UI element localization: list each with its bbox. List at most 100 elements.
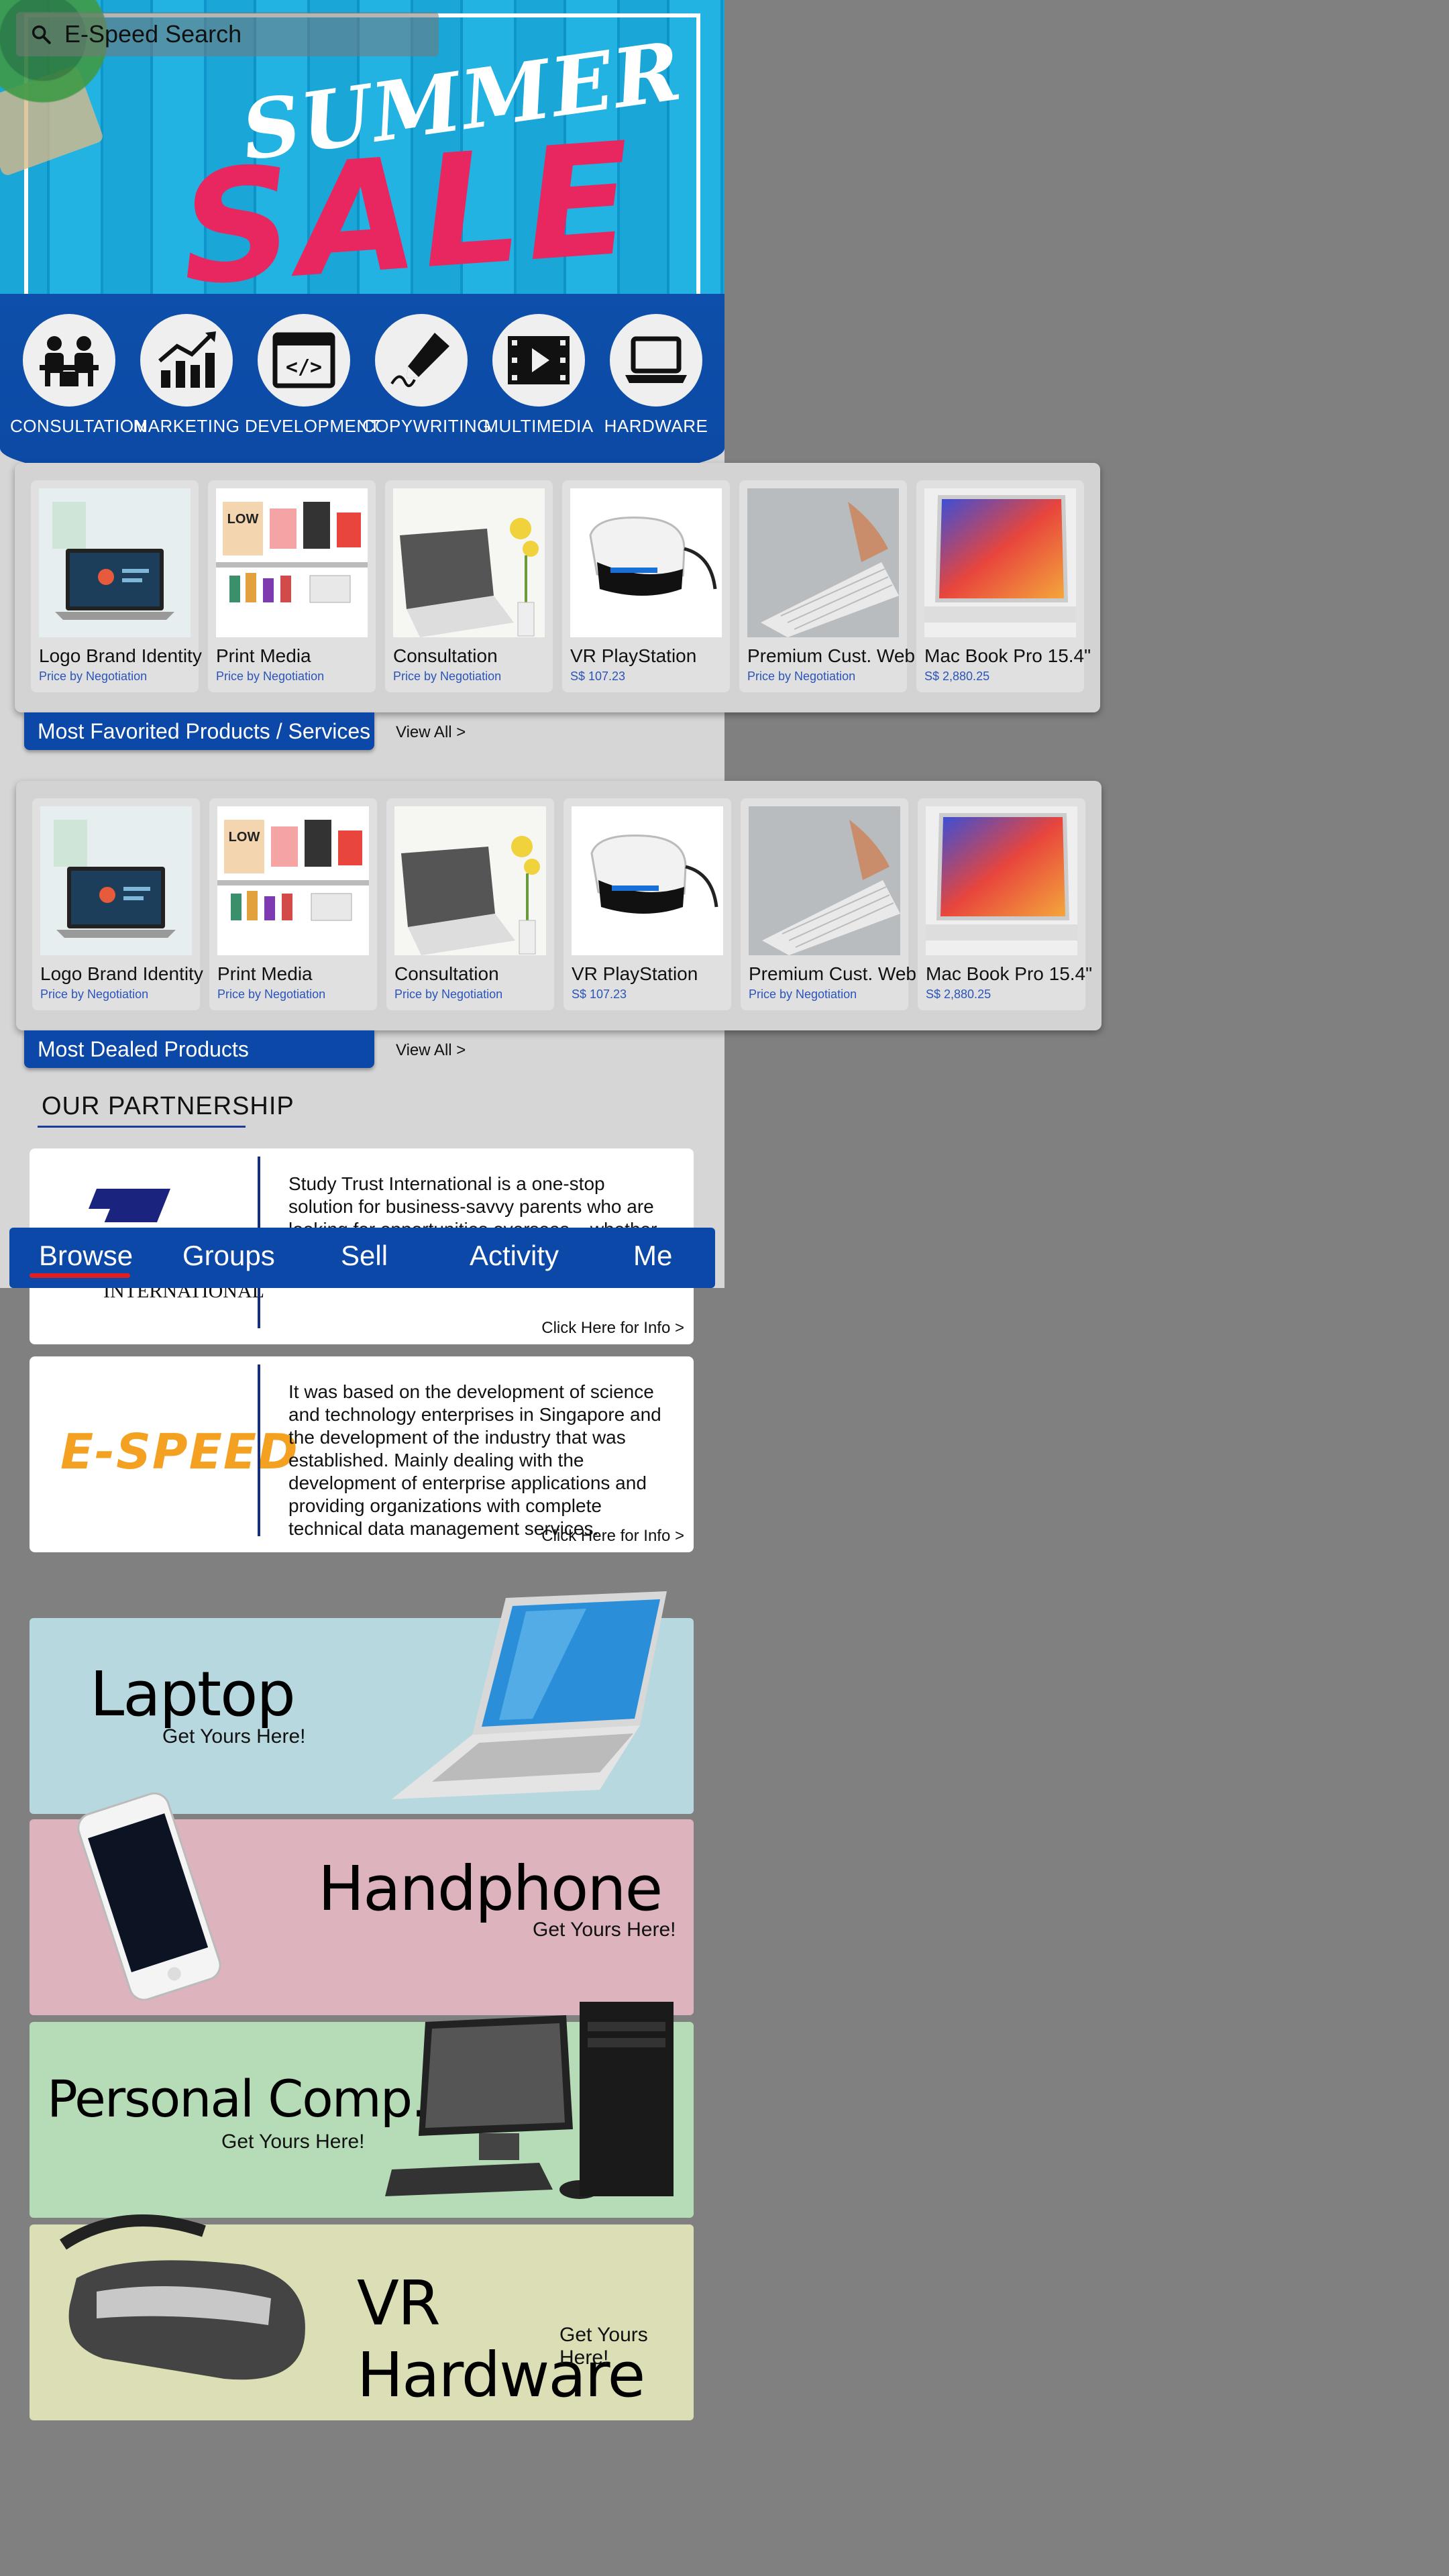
product-name: Logo Brand Identity [40,963,203,984]
product-image [570,488,722,637]
favorited-section-header: Most Favorited Products / Services [24,712,374,750]
product-price: Price by Negotiation [217,987,326,1001]
search-bar[interactable]: E-Speed Search [16,12,439,56]
nav-browse[interactable]: Browse [39,1240,133,1272]
film-play-icon [508,336,570,384]
promo-title: Personal Comp. [47,2069,427,2129]
product-price: S$ 2,880.25 [926,987,991,1001]
app-root: SUMMER SALE E-Speed Search CONSULTATION … [0,0,1102,2576]
promo-vr-hardware[interactable]: VR Hardware Get Yours Here! [30,2214,694,2420]
product-image [924,488,1076,637]
nav-activity[interactable]: Activity [470,1240,559,1272]
partner-card-espeed[interactable]: E-SPEED It was based on the development … [30,1356,694,1552]
category-multimedia[interactable]: MULTIMEDIA [480,314,598,437]
partnership-title: OUR PARTNERSHIP [42,1092,294,1120]
category-development[interactable]: </> DEVELOPMENT [245,314,380,437]
nav-active-indicator [30,1273,130,1278]
bottom-nav-bar: Browse Groups Sell Activity Me [9,1228,715,1288]
dealed-section-header: Most Dealed Products [24,1030,374,1068]
category-label: CONSULTATION [10,416,147,436]
product-price: S$ 2,880.25 [924,669,990,683]
product-image [393,488,545,637]
promo-title: Laptop [90,1658,296,1730]
category-label: HARDWARE [604,416,708,436]
product-card[interactable]: LOW Print Media Price by Negotiation [208,480,376,692]
product-card[interactable]: Premium Cust. Web Price by Negotiation [741,798,916,1010]
promo-handphone[interactable]: Handphone Get Yours Here! [30,1792,694,2015]
category-marketing[interactable]: MARKETING [127,314,246,437]
consultation-icon [40,336,99,386]
partnership-underline [38,1126,246,1128]
promo-cta: Get Yours Here! [559,2324,648,2369]
section-title: Most Dealed Products [38,1037,249,1061]
desktop-computer-image [385,2002,674,2199]
category-label: MARKETING [133,416,240,436]
product-name: Premium Cust. Web [747,645,915,666]
category-copywriting[interactable]: COPYWRITING [362,314,490,437]
product-card[interactable]: VR PlayStation S$ 107.23 [562,480,730,692]
dealed-view-all-link[interactable]: View All > [396,1041,466,1060]
product-name: Consultation [393,645,498,666]
product-card[interactable]: Premium Cust. Web Price by Negotiation [739,480,915,692]
nav-groups[interactable]: Groups [182,1240,275,1272]
product-card[interactable]: VR PlayStation S$ 107.23 [564,798,731,1010]
product-card[interactable]: Consultation Price by Negotiation [385,480,553,692]
nav-sell[interactable]: Sell [341,1240,388,1272]
espeed-logo: E-SPEED [60,1424,299,1480]
promo-title: Handphone [318,1853,663,1925]
chart-growth-icon [158,331,216,388]
product-card[interactable]: Mac Book Pro 15.4" S$ 2,880.25 [916,480,1091,692]
product-image [572,806,723,955]
svg-text:LOW: LOW [229,830,260,845]
product-price: Price by Negotiation [39,669,148,683]
favorited-view-all-link[interactable]: View All > [396,723,466,742]
product-image [749,806,900,955]
category-label: DEVELOPMENT [245,416,380,436]
product-card[interactable]: Logo Brand Identity Price by Negotiation [31,480,202,692]
nav-me[interactable]: Me [633,1240,672,1272]
promo-cta: Get Yours Here! [533,1919,676,1941]
category-label: MULTIMEDIA [484,416,594,436]
product-card[interactable]: LOW Print Media Price by Negotiation [209,798,377,1010]
product-price: Price by Negotiation [749,987,857,1001]
phone-image [77,1792,221,2001]
product-price: S$ 107.23 [572,987,627,1001]
partner-divider [258,1364,260,1536]
code-window-icon: </> [272,332,335,388]
hero-banner[interactable]: SUMMER SALE E-Speed Search [0,0,724,295]
category-consultation[interactable]: CONSULTATION [10,314,147,437]
product-image [926,806,1077,955]
svg-text:</>: </> [286,356,322,379]
search-icon [32,25,51,44]
product-price: Price by Negotiation [393,669,502,683]
partner-info-link[interactable]: Click Here for Info > [541,1319,684,1338]
product-name: Consultation [394,963,499,984]
product-image [39,488,191,637]
partner-info-link[interactable]: Click Here for Info > [541,1527,684,1546]
product-price: S$ 107.23 [570,669,626,683]
product-name: Mac Book Pro 15.4" [924,645,1091,666]
promo-personal-comp[interactable]: Personal Comp. Get Yours Here! [30,2002,694,2218]
favorited-products-panel: Logo Brand Identity Price by Negotiation… [15,463,1100,712]
svg-text:LOW: LOW [227,512,259,527]
product-price: Price by Negotiation [747,669,856,683]
product-price: Price by Negotiation [40,987,149,1001]
product-card[interactable]: Mac Book Pro 15.4" S$ 2,880.25 [918,798,1092,1010]
product-name: Print Media [216,645,311,666]
search-input[interactable]: E-Speed Search [64,20,241,48]
category-hardware[interactable]: HARDWARE [597,314,715,437]
promo-cta: Get Yours Here! [162,1725,306,1748]
promo-laptop[interactable]: Laptop Get Yours Here! [30,1591,694,1814]
partner-description: It was based on the development of scien… [288,1381,661,1539]
product-name: Print Media [217,963,313,984]
product-card[interactable]: Logo Brand Identity Price by Negotiation [32,798,203,1010]
product-name: VR PlayStation [570,645,697,666]
product-name: VR PlayStation [572,963,698,984]
product-name: Premium Cust. Web [749,963,916,984]
promo-cta: Get Yours Here! [221,2131,365,2153]
dealed-products-panel: Logo Brand Identity Price by Negotiation… [16,781,1102,1030]
section-title: Most Favorited Products / Services [38,719,371,743]
product-card[interactable]: Consultation Price by Negotiation [386,798,554,1010]
hero-sale-text: SALE [175,109,643,295]
product-image [394,806,546,955]
